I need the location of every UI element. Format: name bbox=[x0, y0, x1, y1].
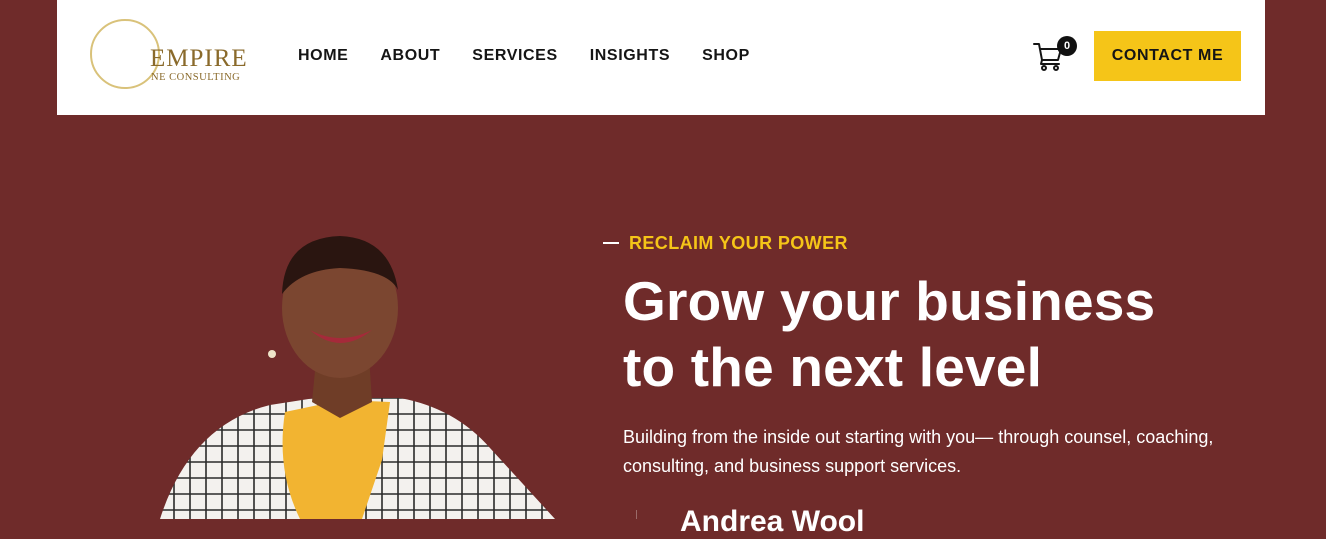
nav-shop[interactable]: SHOP bbox=[702, 46, 750, 66]
cutoff-divider bbox=[636, 510, 637, 519]
hero-eyebrow: RECLAIM YOUR POWER bbox=[603, 232, 848, 254]
cart-count-badge: 0 bbox=[1057, 36, 1077, 56]
nav-services[interactable]: SERVICES bbox=[472, 46, 557, 66]
eyebrow-text: RECLAIM YOUR POWER bbox=[629, 233, 848, 253]
logo-wordmark: EMPIRE bbox=[150, 45, 248, 72]
nav-about[interactable]: ABOUT bbox=[380, 46, 440, 66]
hero-cutoff-heading: Andrea Wool bbox=[680, 505, 865, 538]
headline-line-2: to the next level bbox=[623, 336, 1043, 398]
hero-subtext: Building from the inside out starting wi… bbox=[623, 427, 1214, 476]
logo-tagline: NE CONSULTING bbox=[151, 72, 241, 83]
contact-me-button[interactable]: CONTACT ME bbox=[1094, 31, 1241, 81]
eyebrow-dash bbox=[603, 242, 619, 244]
nav-insights[interactable]: INSIGHTS bbox=[590, 46, 670, 66]
nav-home[interactable]: HOME bbox=[298, 46, 348, 66]
logo[interactable]: EMPIRE NE CONSULTING bbox=[90, 16, 260, 94]
hero-headline: Grow your business to the next level bbox=[623, 268, 1263, 400]
hero-portrait bbox=[160, 236, 555, 519]
headline-line-1: Grow your business bbox=[623, 270, 1156, 332]
main-nav: HOME ABOUT SERVICES INSIGHTS SHOP bbox=[298, 46, 782, 66]
site-header: EMPIRE NE CONSULTING HOME ABOUT SERVICES… bbox=[57, 0, 1265, 115]
cart-button[interactable]: 0 bbox=[1032, 34, 1077, 74]
